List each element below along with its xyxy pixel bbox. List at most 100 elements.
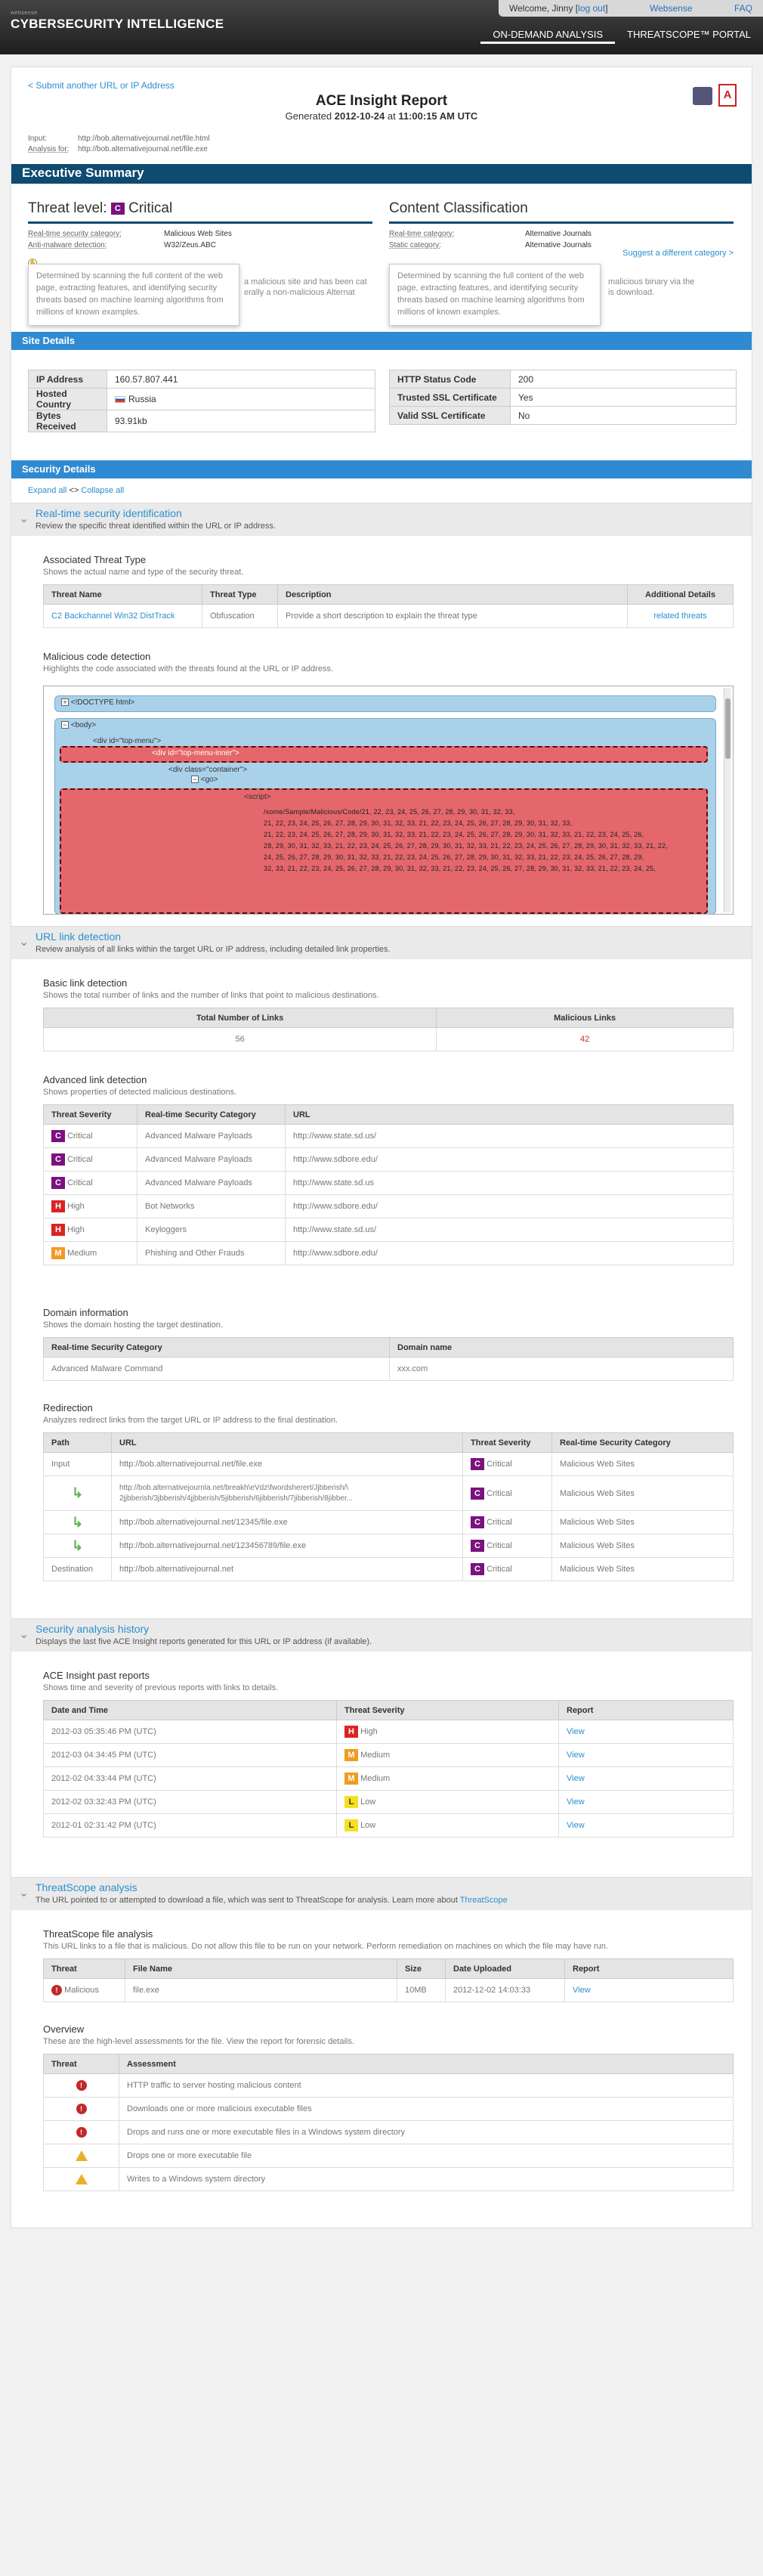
threat-name-link[interactable]: C2 Backchannel Win32 DistTrack bbox=[51, 611, 175, 621]
code-detection-title: Malicious code detection bbox=[43, 651, 151, 662]
redirection-title: Redirection bbox=[43, 1402, 93, 1413]
site-details-left: IP Address 160.57.807.441 Hosted Country R… bbox=[28, 370, 375, 432]
app-title: CYBERSECURITY INTELLIGENCE bbox=[11, 17, 224, 31]
warning-icon bbox=[75, 2150, 88, 2161]
threat-level-heading: Threat level: C Critical bbox=[28, 200, 372, 224]
tab-threatscope-portal[interactable]: THREATSCOPE™ PORTAL bbox=[615, 26, 763, 44]
code-scrollbar[interactable] bbox=[724, 688, 731, 912]
table-row: ! Downloads one or more malicious executa… bbox=[43, 2097, 734, 2121]
chevron-down-icon: ⌄ bbox=[19, 1628, 29, 1641]
table-row: ! Drops and runs one or more executable f… bbox=[43, 2120, 734, 2144]
table-row: 2012-03 05:35:46 PM (UTC) H High View bbox=[43, 1720, 734, 1744]
view-report-link[interactable]: View bbox=[567, 1751, 585, 1760]
view-report-link[interactable]: View bbox=[567, 1821, 585, 1830]
collapse-icon[interactable]: − bbox=[61, 721, 69, 729]
table-row: 2012-02 04:33:44 PM (UTC) M Medium View bbox=[43, 1766, 734, 1791]
table-row: Drops one or more executable file bbox=[43, 2144, 734, 2168]
body-node[interactable]: − <body> <div id="top-menu"> <div id="to… bbox=[54, 718, 716, 914]
stop-icon: ! bbox=[76, 2080, 87, 2091]
adv-link-table: Threat Severity Real-time Security Catego… bbox=[43, 1104, 734, 1265]
anti-malware-row: Anti-malware detection: W32/Zeus.ABC bbox=[28, 241, 216, 249]
file-analysis-title: ThreatScope file analysis bbox=[43, 1928, 153, 1940]
chevron-down-icon: ⌄ bbox=[19, 512, 29, 525]
content-tooltip: Determined by scanning the full content … bbox=[389, 264, 601, 326]
table-row: 2012-02 03:32:43 PM (UTC) L Low View bbox=[43, 1790, 734, 1814]
domain-table: Real-time Security Category Domain name A… bbox=[43, 1337, 734, 1381]
related-threats-link[interactable]: related threats bbox=[653, 611, 706, 621]
warning-icon bbox=[75, 2174, 88, 2184]
realtime-section-header[interactable]: ⌄ Real-time security identification Revi… bbox=[11, 503, 752, 536]
redirection-table: Path URL Threat Severity Real-time Security… bbox=[43, 1432, 734, 1581]
table-row: M Medium Phishing and Other Frauds http://… bbox=[43, 1241, 734, 1265]
table-row: C Critical Advanced Malware Payloads http:… bbox=[43, 1124, 734, 1148]
assoc-threat-title: Associated Threat Type bbox=[43, 554, 147, 565]
executive-summary-bar: Executive Summary bbox=[11, 164, 752, 184]
redirect-arrow-icon: ↳ bbox=[71, 1514, 84, 1530]
site-details-right: HTTP Status Code 200 Trusted SSL Certific… bbox=[389, 370, 737, 425]
file-analysis-table: Threat File Name Size Date Uploaded Report !… bbox=[43, 1958, 734, 2002]
adv-link-title: Advanced link detection bbox=[43, 1074, 147, 1085]
collapse-icon[interactable]: − bbox=[191, 776, 199, 783]
redirection-desc: Analyzes redirect links from the target … bbox=[43, 1416, 338, 1425]
basic-link-desc: Shows the total number of links and the … bbox=[43, 991, 379, 1000]
websense-link[interactable]: Websense bbox=[650, 3, 692, 14]
table-row: Writes to a Windows system directory bbox=[43, 2167, 734, 2191]
cc-realtime-row: Real-time category: Alternative Journals bbox=[389, 230, 592, 238]
view-report-link[interactable]: View bbox=[567, 1797, 585, 1807]
overview-title: Overview bbox=[43, 2023, 85, 2035]
table-row: ↳ http://bob.alternativejournal.net/12345… bbox=[43, 1510, 734, 1534]
assoc-threat-desc: Shows the actual name and type of the se… bbox=[43, 568, 244, 577]
faq-link[interactable]: FAQ bbox=[734, 3, 752, 14]
stop-icon: ! bbox=[76, 2104, 87, 2114]
user-bar: Welcome, Jinny [log out] Websense FAQ bbox=[499, 0, 763, 17]
redirect-arrow-icon: ↳ bbox=[71, 1537, 84, 1553]
threat-summary-fragment: a malicious site and has been cat bbox=[244, 277, 367, 286]
threatscope-link[interactable]: ThreatScope bbox=[460, 1896, 508, 1905]
submit-another-link[interactable]: < Submit another URL or IP Address bbox=[28, 80, 175, 91]
highlight-script: <script> /some/Sample/Malicious/Code/21,… bbox=[60, 788, 708, 914]
input-row: Input: http://bob.alternativejournal.net/… bbox=[28, 135, 210, 143]
collapse-all-link[interactable]: Collapse all bbox=[81, 486, 124, 495]
tab-on-demand-analysis[interactable]: ON-DEMAND ANALYSIS bbox=[480, 26, 616, 44]
overview-desc: These are the high-level assessments for… bbox=[43, 2037, 354, 2046]
logout-link[interactable]: log out bbox=[578, 3, 605, 14]
table-row: ↳ http://bob.alternativejournal.net/12345… bbox=[43, 1534, 734, 1558]
threatscope-section-header[interactable]: ⌄ ThreatScope analysis The URL pointed t… bbox=[11, 1877, 752, 1910]
doctype-node[interactable]: + <!DOCTYPE html> bbox=[54, 695, 716, 712]
analysis-row: Analysis for: http://bob.alternativejourn… bbox=[28, 145, 208, 153]
table-row: C Critical Advanced Malware Payloads http:… bbox=[43, 1147, 734, 1172]
table-row: Destination http://bob.alternativejournal… bbox=[43, 1557, 734, 1581]
content-classification-panel: Content Classification Real-time categor… bbox=[389, 200, 734, 326]
security-details-bar: Security Details bbox=[11, 460, 752, 478]
view-report-link[interactable]: View bbox=[567, 1774, 585, 1783]
print-icon[interactable] bbox=[693, 87, 712, 105]
chevron-down-icon: ⌄ bbox=[19, 936, 29, 949]
expand-icon[interactable]: + bbox=[61, 698, 69, 706]
domain-info-desc: Shows the domain hosting the target dest… bbox=[43, 1321, 223, 1330]
russia-flag-icon bbox=[115, 396, 125, 404]
view-report-link[interactable]: View bbox=[567, 1727, 585, 1736]
past-reports-table: Date and Time Threat Severity Report 2012-… bbox=[43, 1700, 734, 1838]
basic-link-title: Basic link detection bbox=[43, 977, 128, 989]
adv-link-desc: Shows properties of detected malicious d… bbox=[43, 1088, 237, 1097]
table-row: H High Bot Networks http://www.sdbore.edu/ bbox=[43, 1194, 734, 1218]
threat-summary-fragment-2: erally a non-malicious Alternat bbox=[244, 288, 355, 297]
domain-info-title: Domain information bbox=[43, 1307, 128, 1318]
redirect-arrow-icon: ↳ bbox=[71, 1485, 84, 1500]
expand-collapse: Expand all <> Collapse all bbox=[28, 486, 125, 495]
suggest-category-link[interactable]: Suggest a different category > bbox=[622, 249, 734, 258]
welcome-text: Welcome, Jinny [log out] bbox=[509, 3, 608, 14]
past-reports-title: ACE Insight past reports bbox=[43, 1670, 150, 1681]
expand-all-link[interactable]: Expand all bbox=[28, 486, 66, 495]
url-section-header[interactable]: ⌄ URL link detection Review analysis of … bbox=[11, 926, 752, 959]
table-row: C Critical Advanced Malware Payloads http:… bbox=[43, 1171, 734, 1195]
code-viewer[interactable]: + <!DOCTYPE html> − <body> <div id="top-… bbox=[43, 686, 734, 915]
history-section-header[interactable]: ⌄ Security analysis history Displays the… bbox=[11, 1618, 752, 1652]
threat-tooltip: Determined by scanning the full content … bbox=[28, 264, 239, 326]
view-file-report-link[interactable]: View bbox=[573, 1986, 591, 1995]
pdf-icon[interactable]: A bbox=[718, 84, 737, 107]
generated-time: 11:00:15 AM UTC bbox=[398, 110, 478, 122]
content-classification-heading: Content Classification bbox=[389, 200, 734, 224]
generated-date: 2012-10-24 bbox=[334, 110, 385, 122]
top-header: websense CYBERSECURITY INTELLIGENCE Welc… bbox=[0, 0, 763, 54]
